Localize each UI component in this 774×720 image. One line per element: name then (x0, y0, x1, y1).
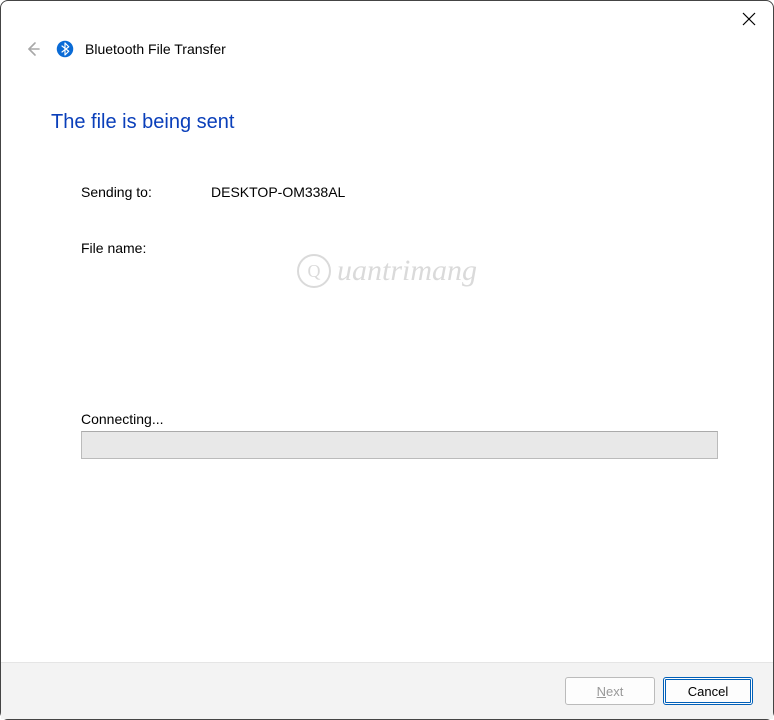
close-icon (742, 12, 756, 26)
titlebar-controls (1, 1, 773, 31)
next-button: Next (565, 677, 655, 705)
back-button[interactable] (21, 37, 45, 61)
back-arrow-icon (24, 40, 42, 58)
sending-to-label: Sending to: (81, 184, 211, 200)
watermark: Q uantrimang (297, 254, 477, 288)
file-name-label: File name: (81, 240, 211, 256)
watermark-text: uantrimang (337, 254, 477, 288)
content-area: The file is being sent Sending to: DESKT… (1, 71, 773, 662)
close-button[interactable] (737, 7, 761, 31)
progress-bar (81, 431, 718, 459)
page-heading: The file is being sent (51, 111, 723, 134)
progress-status: Connecting... (81, 411, 718, 427)
footer: Next Cancel (1, 662, 773, 719)
window-title: Bluetooth File Transfer (85, 41, 226, 57)
progress-area: Connecting... (81, 411, 718, 459)
watermark-icon: Q (297, 254, 331, 288)
sending-to-value: DESKTOP-OM338AL (211, 184, 723, 200)
cancel-button[interactable]: Cancel (663, 677, 753, 705)
cancel-button-label: Cancel (688, 684, 728, 699)
sending-to-row: Sending to: DESKTOP-OM338AL (81, 184, 723, 200)
file-name-value (211, 240, 723, 256)
bluetooth-icon (55, 39, 75, 59)
header: Bluetooth File Transfer (1, 31, 773, 71)
file-name-row: File name: (81, 240, 723, 256)
dialog-window: Bluetooth File Transfer The file is bein… (0, 0, 774, 720)
next-button-label: Next (597, 684, 624, 699)
